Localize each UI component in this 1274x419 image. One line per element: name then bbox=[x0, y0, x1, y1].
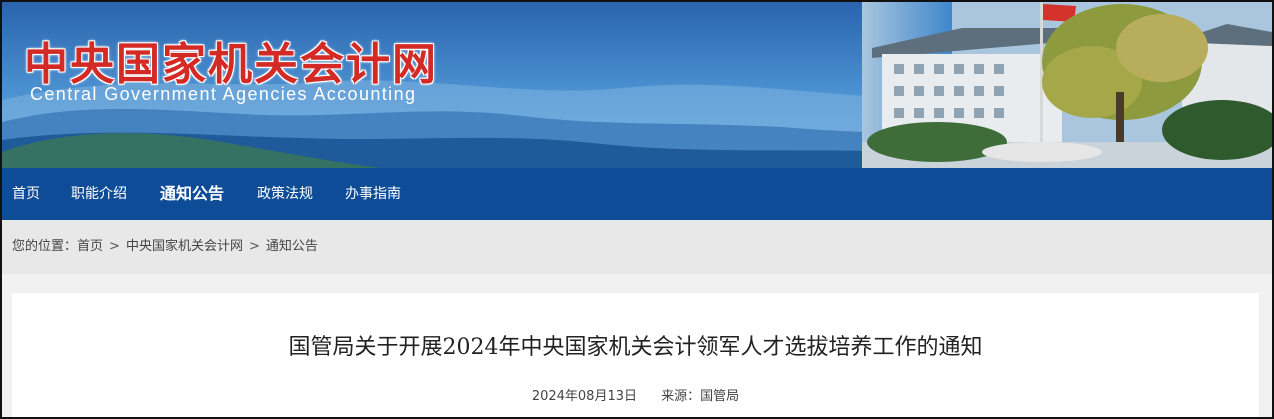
article-panel: 国管局关于开展2024年中央国家机关会计领军人才选拔培养工作的通知 2024年0… bbox=[12, 293, 1259, 417]
nav-item-notices[interactable]: 通知公告 bbox=[160, 168, 224, 220]
article-source: 来源：国管局 bbox=[661, 389, 740, 404]
breadcrumb-separator: > bbox=[109, 239, 120, 254]
nav-item-policies[interactable]: 政策法规 bbox=[257, 168, 313, 220]
article-meta: 2024年08月13日 来源：国管局 bbox=[12, 385, 1259, 404]
page-frame: 中央国家机关会计网 Central Government Agencies Ac… bbox=[0, 0, 1274, 419]
nav-item-guide[interactable]: 办事指南 bbox=[345, 168, 401, 220]
breadcrumb-home[interactable]: 首页 bbox=[77, 239, 103, 254]
site-title: 中央国家机关会计网 bbox=[24, 39, 438, 90]
breadcrumb-site[interactable]: 中央国家机关会计网 bbox=[126, 239, 243, 254]
breadcrumb: 您的位置：首页 > 中央国家机关会计网 > 通知公告 bbox=[2, 220, 1272, 274]
breadcrumb-notices[interactable]: 通知公告 bbox=[266, 239, 318, 254]
article-date: 2024年08月13日 bbox=[531, 389, 637, 404]
header-banner: 中央国家机关会计网 Central Government Agencies Ac… bbox=[2, 2, 1272, 168]
breadcrumb-separator: > bbox=[248, 239, 260, 254]
nav-item-functions[interactable]: 职能介绍 bbox=[71, 168, 127, 220]
nav-item-home[interactable]: 首页 bbox=[12, 168, 40, 220]
site-subtitle: Central Government Agencies Accounting bbox=[30, 84, 417, 104]
breadcrumb-prefix: 您的位置： bbox=[12, 239, 78, 254]
article-title: 国管局关于开展2024年中央国家机关会计领军人才选拔培养工作的通知 bbox=[288, 335, 983, 360]
main-nav: 首页 职能介绍 通知公告 政策法规 办事指南 bbox=[2, 168, 1272, 220]
